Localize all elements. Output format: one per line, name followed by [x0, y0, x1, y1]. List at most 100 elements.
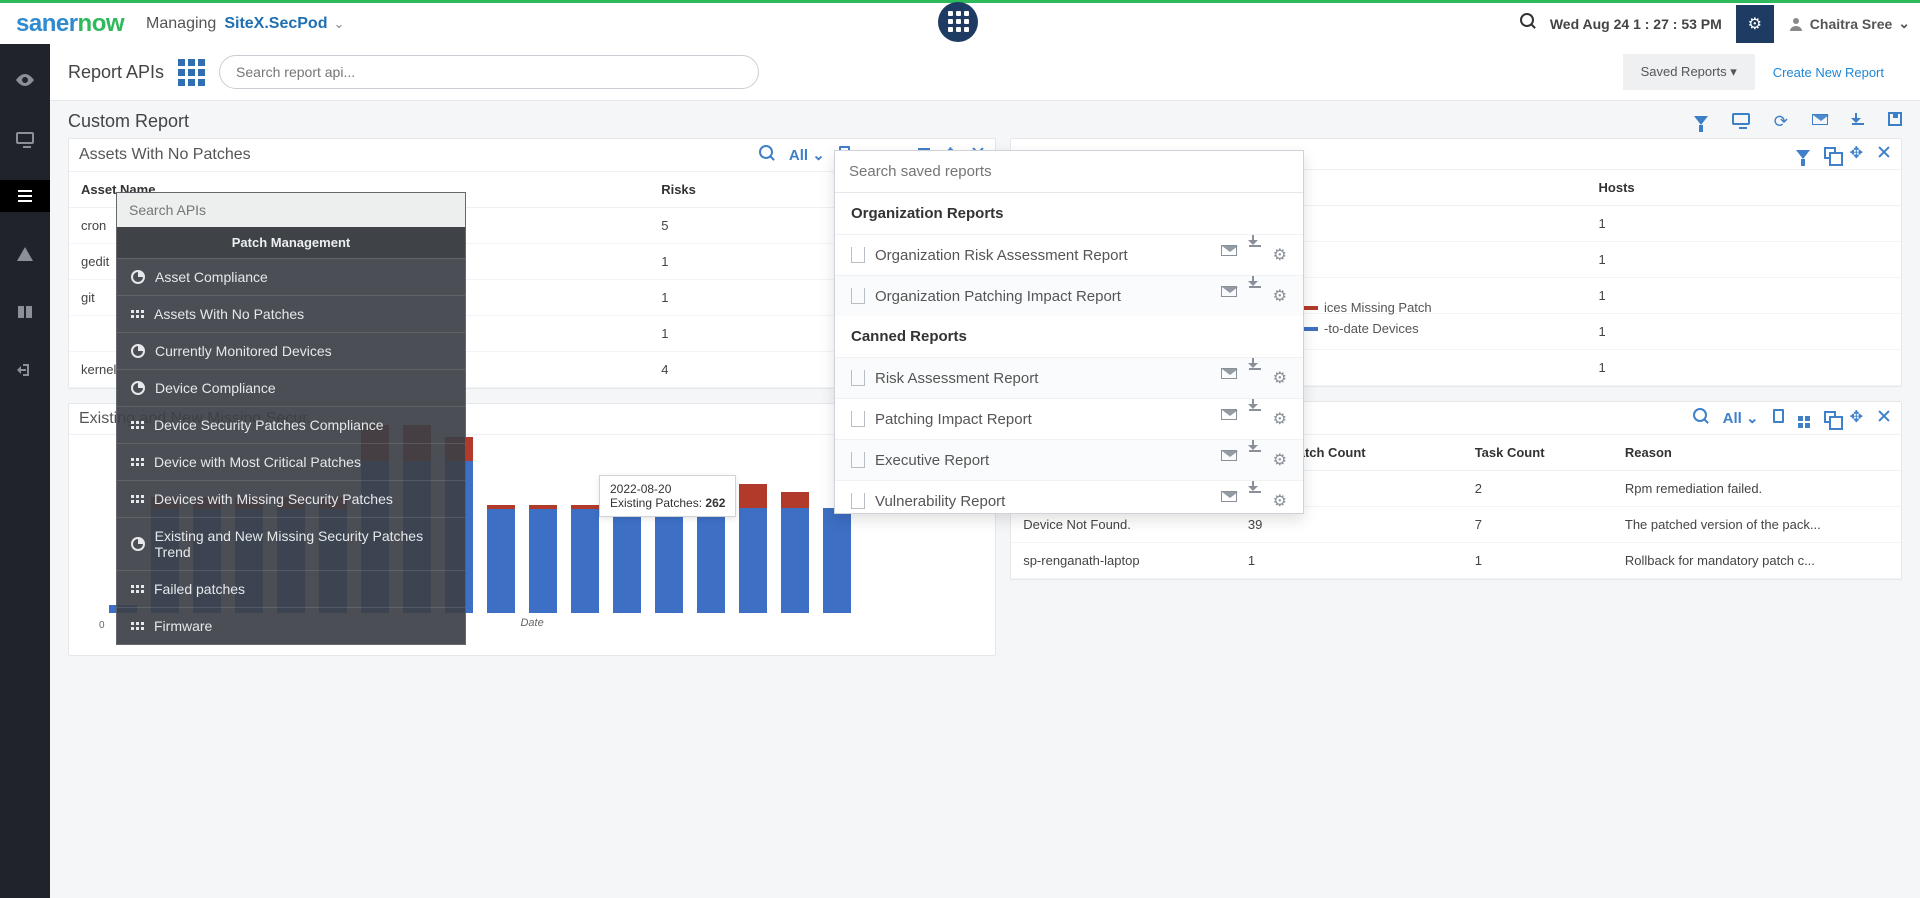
chart-bar[interactable]: [823, 508, 851, 613]
view-grid-icon[interactable]: [178, 59, 205, 86]
chart-bar[interactable]: [571, 505, 599, 613]
api-item[interactable]: Device with Most Critical Patches: [117, 443, 465, 480]
saved-report-row[interactable]: Patching Impact Report⚙: [835, 398, 1303, 439]
filter-icon[interactable]: [1694, 112, 1708, 132]
chart-bar[interactable]: [697, 505, 725, 613]
download-icon[interactable]: [1852, 112, 1864, 132]
table-row[interactable]: sp-renganath-laptop11Rollback for mandat…: [1011, 543, 1901, 579]
tooltip-value: 262: [705, 496, 725, 510]
api-item[interactable]: Existing and New Missing Security Patche…: [117, 517, 465, 570]
download-icon[interactable]: [1249, 491, 1261, 493]
chart-bar[interactable]: [739, 484, 767, 613]
nav-logout[interactable]: [0, 354, 50, 386]
panel-title: Assets With No Patches: [79, 146, 251, 164]
api-item[interactable]: Asset Compliance: [117, 258, 465, 295]
filter-icon[interactable]: [1796, 146, 1810, 163]
all-dropdown[interactable]: All ⌄: [789, 146, 825, 164]
gear-icon[interactable]: ⚙: [1273, 368, 1287, 388]
download-icon[interactable]: [1249, 286, 1261, 288]
tab-saved-reports[interactable]: Saved Reports ▾: [1623, 54, 1755, 90]
refresh-icon[interactable]: ⟳: [1774, 112, 1788, 132]
nav-devices[interactable]: [0, 122, 50, 154]
mail-icon[interactable]: [1221, 491, 1237, 502]
gear-icon[interactable]: ⚙: [1273, 409, 1287, 429]
api-group-header: Patch Management: [117, 227, 465, 258]
chart-bar[interactable]: [781, 492, 809, 613]
gear-icon[interactable]: ⚙: [1273, 450, 1287, 470]
mail-icon[interactable]: [1221, 286, 1237, 297]
saved-report-row[interactable]: Organization Risk Assessment Report ⚙: [835, 234, 1303, 275]
gear-icon[interactable]: ⚙: [1273, 245, 1287, 265]
copy-icon[interactable]: [1824, 146, 1836, 163]
saved-search-input[interactable]: [835, 151, 1303, 193]
tab-create-report[interactable]: Create New Report: [1755, 55, 1902, 90]
api-search-input[interactable]: [117, 193, 465, 227]
nav-reports[interactable]: [0, 180, 50, 212]
search-icon[interactable]: [759, 145, 775, 165]
settings-button[interactable]: ⚙: [1736, 5, 1774, 43]
download-icon[interactable]: [1249, 245, 1261, 247]
search-input[interactable]: [219, 55, 759, 89]
file-icon[interactable]: [1773, 409, 1784, 427]
legend-fragment: ices Missing Patch -to-date Devices: [1290, 294, 1432, 342]
save-icon[interactable]: [1888, 112, 1902, 132]
download-icon[interactable]: [1249, 409, 1261, 411]
chevron-down-icon[interactable]: ⌄: [333, 16, 344, 32]
saved-report-row[interactable]: Risk Assessment Report⚙: [835, 357, 1303, 398]
col-hosts[interactable]: Hosts: [1587, 170, 1901, 206]
download-icon[interactable]: [1249, 368, 1261, 370]
mail-icon[interactable]: [1221, 450, 1237, 461]
download-icon[interactable]: [1249, 450, 1261, 452]
api-item[interactable]: Device Compliance: [117, 369, 465, 406]
tooltip-series: Existing Patches: [610, 496, 699, 510]
api-item-label: Existing and New Missing Security Patche…: [155, 528, 451, 560]
copy-icon[interactable]: [1824, 410, 1836, 427]
table-icon[interactable]: [1798, 408, 1810, 428]
api-item-label: Failed patches: [154, 581, 245, 597]
grid-icon: [131, 458, 144, 466]
chart-bar[interactable]: [613, 505, 641, 613]
datetime: Wed Aug 24 1 : 27 : 53 PM: [1550, 16, 1722, 32]
chart-tooltip: 2022-08-20 Existing Patches: 262: [599, 475, 736, 517]
all-dropdown[interactable]: All ⌄: [1723, 409, 1759, 427]
nav-docs[interactable]: [0, 296, 50, 328]
col-task-count[interactable]: Task Count: [1463, 435, 1613, 471]
grid-icon: [131, 495, 144, 503]
api-item[interactable]: Assets With No Patches: [117, 295, 465, 332]
logo[interactable]: sanernow: [0, 10, 140, 38]
nav-alerts[interactable]: [0, 238, 50, 270]
search-icon[interactable]: [1520, 13, 1536, 34]
col-reason[interactable]: Reason: [1613, 435, 1901, 471]
gear-icon[interactable]: ⚙: [1273, 286, 1287, 306]
gear-icon[interactable]: ⚙: [1273, 491, 1287, 511]
mail-icon[interactable]: [1221, 245, 1237, 256]
logo-text-b: now: [78, 10, 125, 37]
api-search-overlay: Patch Management Asset ComplianceAssets …: [116, 192, 466, 645]
saved-section-header: Canned Reports: [835, 316, 1303, 357]
close-icon[interactable]: [1877, 409, 1891, 427]
mail-icon[interactable]: [1221, 409, 1237, 420]
move-icon[interactable]: ✥: [1850, 146, 1863, 162]
search-icon[interactable]: [1693, 408, 1709, 428]
chart-bar[interactable]: [529, 505, 557, 613]
api-item[interactable]: Currently Monitored Devices: [117, 332, 465, 369]
mail-icon[interactable]: [1812, 112, 1828, 132]
mail-icon[interactable]: [1221, 368, 1237, 379]
api-item[interactable]: Firmware: [117, 607, 465, 644]
monitor-icon[interactable]: [1732, 112, 1750, 132]
move-icon[interactable]: ✥: [1850, 410, 1863, 426]
user-menu[interactable]: Chaitra Sree ⌄: [1788, 15, 1910, 32]
api-item[interactable]: Failed patches: [117, 570, 465, 607]
saved-report-row[interactable]: Executive Report⚙: [835, 439, 1303, 480]
site-dropdown[interactable]: SiteX.SecPod: [224, 15, 327, 33]
saved-report-row[interactable]: Vulnerability Report⚙: [835, 480, 1303, 513]
chart-bar[interactable]: [487, 505, 515, 613]
saved-report-name: Organization Risk Assessment Report: [875, 247, 1128, 264]
chart-bar[interactable]: [655, 505, 683, 613]
api-item[interactable]: Devices with Missing Security Patches: [117, 480, 465, 517]
api-item[interactable]: Device Security Patches Compliance: [117, 406, 465, 443]
close-icon[interactable]: [1877, 145, 1891, 163]
app-launcher[interactable]: [938, 2, 982, 46]
saved-report-row[interactable]: Organization Patching Impact Report⚙: [835, 275, 1303, 316]
nav-visibility[interactable]: [0, 64, 50, 96]
